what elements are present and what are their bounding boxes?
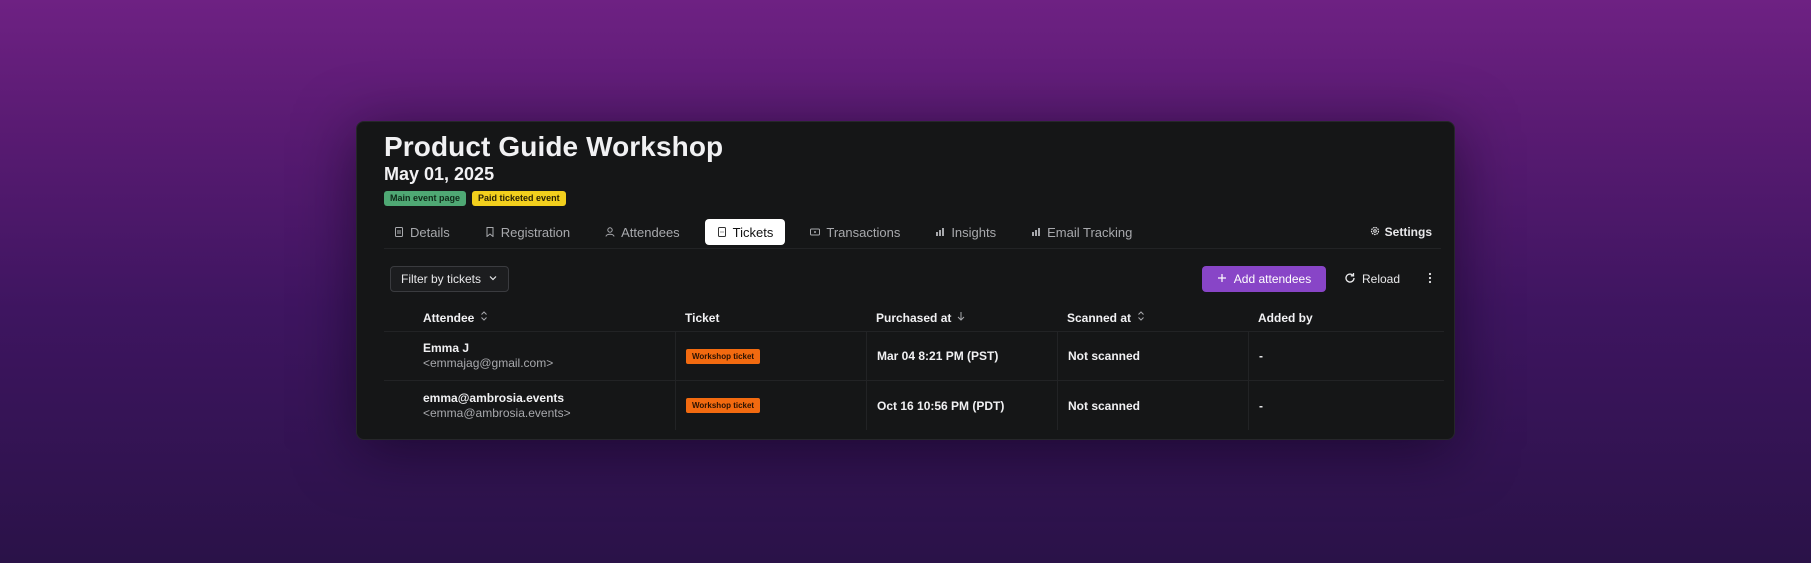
scanned-at-cell: Not scanned — [1057, 381, 1248, 430]
attendee-cell: emma@ambrosia.events <emma@ambrosia.even… — [384, 381, 675, 430]
purchased-at: Oct 16 10:56 PM (PDT) — [877, 398, 1005, 413]
attendee-name: Emma J — [423, 341, 470, 355]
settings-button[interactable]: Settings — [1370, 217, 1432, 247]
chevron-down-icon — [488, 272, 498, 286]
scanned-at-cell: Not scanned — [1057, 332, 1248, 380]
tab-label: Details — [410, 224, 450, 240]
tab-transactions[interactable]: Transactions — [800, 219, 910, 245]
purchased-at: Mar 04 8:21 PM (PST) — [877, 349, 999, 363]
column-header-added-by: Added by — [1248, 304, 1444, 331]
ticket-cell: Workshop ticket — [675, 381, 866, 430]
page-title: Product Guide Workshop — [384, 131, 724, 162]
ticket-cell: Workshop ticket — [675, 332, 866, 380]
tab-divider — [384, 248, 1441, 249]
column-header-attendee[interactable]: Attendee — [384, 304, 675, 331]
tab-label: Email Tracking — [1047, 224, 1133, 240]
user-icon — [605, 227, 615, 237]
tab-label: Registration — [500, 224, 571, 240]
event-date: May 01, 2025 — [384, 164, 495, 184]
attendee-cell: Emma J <emmajag@gmail.com> — [384, 332, 675, 380]
gear-icon — [1370, 225, 1380, 239]
column-label: Attendee — [423, 310, 475, 325]
tab-label: Tickets — [732, 224, 774, 240]
added-by: - — [1259, 349, 1263, 363]
ticket-badge: Workshop ticket — [686, 398, 761, 413]
column-label: Added by — [1258, 310, 1313, 325]
reload-icon — [1344, 272, 1356, 287]
table-row[interactable]: emma@ambrosia.events <emma@ambrosia.even… — [384, 381, 1444, 430]
event-badges: Main event page Paid ticketed event — [384, 191, 566, 206]
purchased-at-cell: Oct 16 10:56 PM (PDT) — [866, 381, 1057, 430]
reload-button[interactable]: Reload — [1344, 266, 1400, 292]
attendee-email: <emma@ambrosia.events> — [423, 405, 571, 420]
tab-details[interactable]: Details — [384, 219, 460, 245]
column-header-purchased-at[interactable]: Purchased at — [866, 304, 1057, 331]
event-panel: Product Guide Workshop May 01, 2025 Main… — [356, 121, 1455, 440]
tab-bar: Details Registration Attendees Tickets T… — [384, 217, 1432, 247]
filter-by-tickets-dropdown[interactable]: Filter by tickets — [390, 266, 509, 292]
table-header: Attendee Ticket Purchased at Scanned at — [384, 304, 1444, 332]
bookmark-icon — [485, 227, 495, 237]
sort-icon — [480, 311, 488, 324]
column-label: Purchased at — [876, 310, 952, 325]
column-header-ticket: Ticket — [675, 304, 866, 331]
tab-email-tracking[interactable]: Email Tracking — [1021, 219, 1142, 245]
tab-insights[interactable]: Insights — [925, 219, 1006, 245]
column-label: Ticket — [685, 310, 720, 325]
add-attendees-button[interactable]: Add attendees — [1202, 266, 1326, 292]
attendee-name: emma@ambrosia.events — [423, 390, 565, 405]
kebab-menu-icon — [1428, 271, 1432, 287]
ticket-badge: Workshop ticket — [686, 348, 761, 364]
document-icon — [394, 227, 404, 237]
added-by-cell: - — [1248, 332, 1444, 380]
arrow-down-icon — [957, 311, 965, 324]
scanned-at: Not scanned — [1068, 398, 1141, 413]
tab-label: Attendees — [621, 224, 680, 240]
sort-icon — [1137, 311, 1145, 324]
column-label: Scanned at — [1067, 310, 1132, 325]
plus-icon — [1217, 272, 1227, 286]
tab-attendees[interactable]: Attendees — [595, 219, 690, 245]
more-options-button[interactable] — [1423, 266, 1437, 292]
bar-chart-icon — [1031, 227, 1041, 237]
attendees-table: Attendee Ticket Purchased at Scanned at — [384, 304, 1444, 430]
added-by-cell: - — [1248, 381, 1444, 430]
tab-label: Insights — [951, 224, 997, 240]
column-header-scanned-at[interactable]: Scanned at — [1057, 304, 1248, 331]
settings-label: Settings — [1384, 225, 1432, 239]
added-by: - — [1259, 398, 1263, 413]
tab-registration[interactable]: Registration — [475, 219, 580, 245]
bar-chart-icon — [935, 227, 945, 237]
scanned-at: Not scanned — [1068, 349, 1141, 363]
purchased-at-cell: Mar 04 8:21 PM (PST) — [866, 332, 1057, 380]
table-row[interactable]: Emma J <emmajag@gmail.com> Workshop tick… — [384, 332, 1444, 381]
card-icon — [810, 227, 821, 237]
filter-label: Filter by tickets — [401, 272, 482, 286]
ticket-icon — [717, 227, 727, 237]
main-event-page-badge: Main event page — [384, 191, 467, 206]
tab-label: Transactions — [826, 224, 901, 240]
paid-ticketed-event-badge: Paid ticketed event — [472, 191, 566, 206]
reload-label: Reload — [1362, 272, 1401, 286]
tab-tickets[interactable]: Tickets — [704, 219, 786, 245]
attendee-email: <emmajag@gmail.com> — [423, 356, 554, 370]
add-attendees-label: Add attendees — [1233, 272, 1312, 286]
